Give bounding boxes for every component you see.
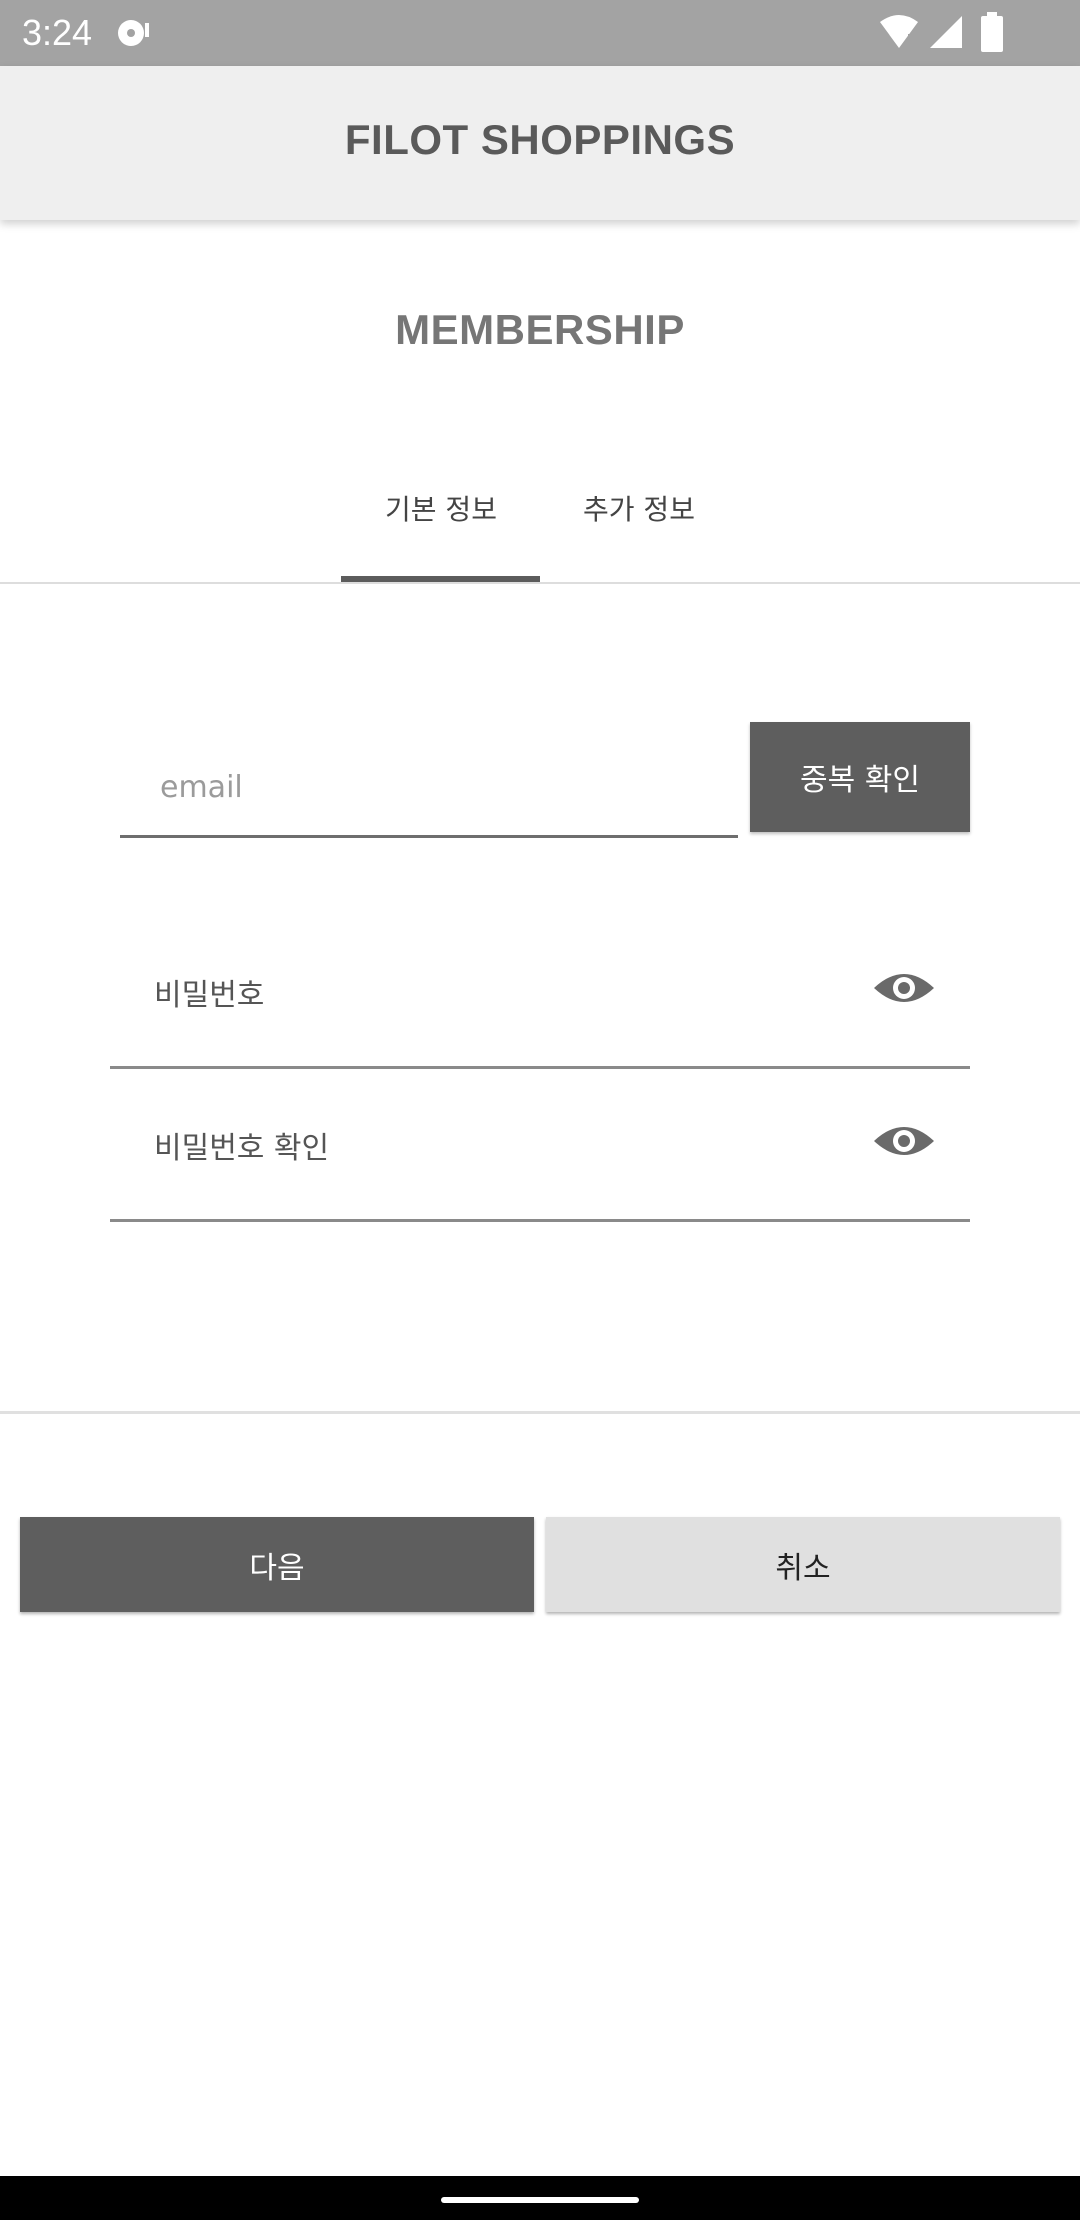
- section-divider: [0, 1411, 1080, 1414]
- page-title: MEMBERSHIP: [395, 306, 685, 353]
- password-confirm-label: 비밀번호 확인: [154, 1131, 330, 1166]
- tab-basic-info[interactable]: 기본 정보: [341, 490, 541, 530]
- password-confirm-field[interactable]: 비밀번호 확인: [110, 1099, 970, 1222]
- notification-icon: [118, 20, 149, 46]
- cancel-button[interactable]: 취소: [546, 1517, 1060, 1612]
- tab-additional-info[interactable]: 추가 정보: [539, 490, 739, 530]
- app-title: FILOT SHOPPINGS: [344, 116, 736, 163]
- duplicate-check-button[interactable]: 중복 확인: [750, 722, 970, 832]
- email-field[interactable]: [120, 740, 738, 838]
- next-button[interactable]: 다음: [20, 1517, 534, 1612]
- password-field[interactable]: 비밀번호: [110, 946, 970, 1069]
- wifi-icon: [880, 15, 918, 48]
- status-time: 3:24: [22, 12, 93, 53]
- home-handle[interactable]: [441, 2197, 639, 2203]
- tabs-divider: [0, 582, 1080, 584]
- status-bar: 3:24: [0, 0, 1080, 66]
- navigation-bar: [0, 2176, 1080, 2220]
- app-bar: FILOT SHOPPINGS: [0, 66, 1080, 220]
- signal-icon: [930, 16, 962, 48]
- eye-icon[interactable]: [872, 968, 936, 1008]
- battery-icon: [981, 12, 1003, 52]
- password-label: 비밀번호: [154, 978, 265, 1013]
- eye-icon[interactable]: [872, 1121, 936, 1161]
